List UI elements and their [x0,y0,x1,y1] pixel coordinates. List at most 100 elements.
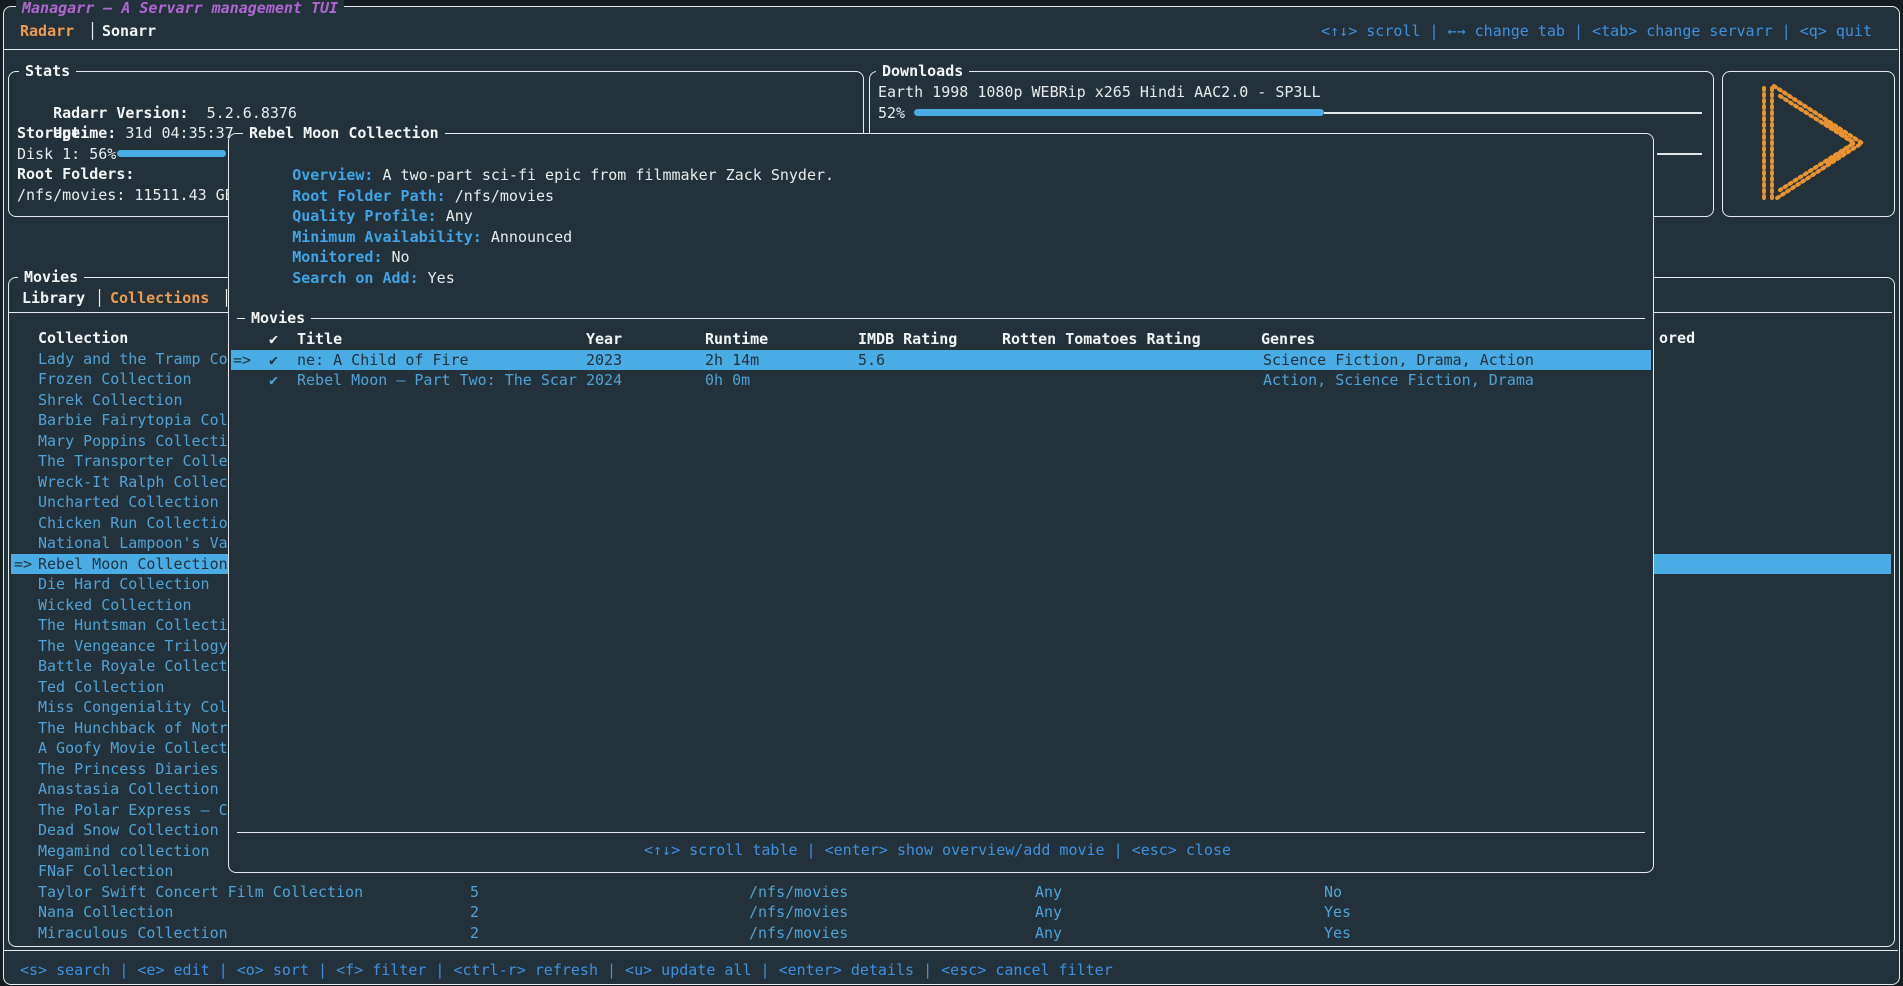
movies-header-check: ✔ [269,329,278,350]
collection-search-on-add: Yes [1324,923,1351,944]
collection-row[interactable]: Miss Congeniality Col [38,697,228,718]
modal-keybind-help: <↑↓> scroll table | <enter> show overvie… [644,840,1231,861]
selection-arrow: => [233,350,251,371]
collection-row[interactable]: The Transporter Colle [38,451,228,472]
movies-header-title: Title [297,329,342,350]
collection-movie-count: 2 [470,902,479,923]
collection-row[interactable]: Die Hard Collection [38,574,210,595]
modal-movies-bottom-rule [237,832,1645,833]
movie-title: ne: A Child of Fire [297,350,469,371]
movie-year: 2024 [586,370,622,391]
collection-root-folder: /nfs/movies [749,882,848,903]
search-on-add-label: Search on Add: [292,269,418,287]
collection-row[interactable]: The Polar Express – C [38,800,228,821]
movie-runtime: 0h 0m [705,370,750,391]
stats-panel-title: Stats [19,63,76,79]
collection-row[interactable]: Lady and the Tramp Co [38,349,228,370]
collection-row[interactable]: Chicken Run Collectio [38,513,228,534]
collection-row[interactable]: Miraculous Collection [38,923,228,944]
collection-details-modal: Rebel Moon Collection Overview: A two-pa… [228,133,1654,873]
collection-column-header: Collection [38,328,128,349]
app-title: Managarr — A Servarr management TUI [16,0,344,16]
collection-row[interactable]: Taylor Swift Concert Film Collection [38,882,363,903]
collection-search-on-add: No [1324,882,1342,903]
modal-movies-title: Movies [245,310,311,326]
collection-row[interactable]: Megamind collection [38,841,210,862]
movies-header-imdb: IMDB Rating [858,329,957,350]
movie-row[interactable]: ✔ Rebel Moon – Part Two: The Scar 2024 0… [231,370,1651,391]
movies-tab-separator-1: │ [95,288,104,309]
movie-row-selected[interactable]: => ✔ ne: A Child of Fire 2023 2h 14m 5.6… [231,350,1651,371]
collection-root-folder: /nfs/movies [749,923,848,944]
disk-usage-label: Disk 1: 56% [17,144,116,165]
search-on-add-value: Yes [419,269,455,287]
collection-movie-count: 5 [470,882,479,903]
tab-separator: │ [88,21,97,42]
bottom-separator-line [4,950,1898,951]
collection-quality-profile: Any [1035,882,1062,903]
collection-row[interactable]: Mary Poppins Collecti [38,431,228,452]
collection-row[interactable]: Nana Collection [38,902,173,923]
movies-header-year: Year [586,329,622,350]
movie-genres: Action, Science Fiction, Drama [1263,370,1534,391]
collection-movie-count: 2 [470,923,479,944]
tab-radarr[interactable]: Radarr [20,21,74,42]
movies-header-runtime: Runtime [705,329,768,350]
top-separator-line [4,49,1898,50]
collection-row[interactable]: The Hunchback of Notr [38,718,228,739]
monitored-check-icon: ✔ [269,370,278,391]
collection-row[interactable]: Barbie Fairytopia Col [38,410,228,431]
collection-row[interactable]: National Lampoon's Va [38,533,228,554]
root-folder-usage: /nfs/movies: 11511.43 GB [17,185,234,206]
collection-row[interactable]: Shrek Collection [38,390,183,411]
collection-row[interactable]: Anastasia Collection [38,779,219,800]
collection-row[interactable]: A Goofy Movie Collect [38,738,228,759]
collection-root-folder: /nfs/movies [749,902,848,923]
collection-row[interactable]: The Vengeance Trilogy [38,636,228,657]
root-folders-label: Root Folders: [17,164,134,185]
download2-progress-track [1657,153,1702,155]
collection-quality-profile: Any [1035,902,1062,923]
movie-year: 2023 [586,350,622,371]
collection-row[interactable]: FNaF Collection [38,861,173,882]
collection-row[interactable]: Frozen Collection [38,369,192,390]
movie-runtime: 2h 14m [705,350,759,371]
movie-imdb-rating: 5.6 [858,350,885,371]
storage-label: Storage: [17,123,89,144]
top-keybind-help: <↑↓> scroll | ←→ change tab | <tab> chan… [1321,21,1872,42]
download-progress-bar [914,109,1324,116]
managarr-app: Managarr — A Servarr management TUI Rada… [0,0,1903,986]
disk-usage-bar [117,150,226,157]
minimum-availability-value: Announced [482,228,572,246]
modal-title: Rebel Moon Collection [243,125,445,141]
tab-library[interactable]: Library [22,288,85,309]
movies-panel-title: Movies [18,269,84,285]
selection-arrow: => [14,554,32,575]
radarr-logo-icon [1730,76,1886,210]
uptime-value: 31d 04:35:37 [116,124,233,142]
movie-genres: Science Fiction, Drama, Action [1263,350,1534,371]
tab-collections[interactable]: Collections [110,288,209,309]
movie-title: Rebel Moon – Part Two: The Scar [297,370,577,391]
download-item-title: Earth 1998 1080p WEBRip x265 Hindi AAC2.… [878,82,1321,103]
collection-search-on-add: Yes [1324,902,1351,923]
collection-row[interactable]: Uncharted Collection [38,492,219,513]
collection-row[interactable]: Battle Royale Collect [38,656,228,677]
collection-row[interactable]: The Huntsman Collecti [38,615,228,636]
collection-row[interactable]: Ted Collection [38,677,164,698]
modal-movies-top-rule [237,318,1645,319]
collection-row[interactable]: The Princess Diaries [38,759,219,780]
movies-header-genres: Genres [1261,329,1315,350]
bottom-keybind-help: <s> search | <e> edit | <o> sort | <f> f… [20,960,1113,981]
monitored-check-icon: ✔ [269,350,278,371]
tab-sonarr[interactable]: Sonarr [102,21,156,42]
download-progress-track [1324,112,1702,114]
collection-row-label: Rebel Moon Collection [38,554,228,575]
monitored-column-header-truncated: ored [1659,328,1695,349]
collection-row[interactable]: Dead Snow Collection [38,820,219,841]
collection-row[interactable]: Wicked Collection [38,595,192,616]
collection-row[interactable]: Wreck-It Ralph Collec [38,472,228,493]
collection-quality-profile: Any [1035,923,1062,944]
downloads-panel-title: Downloads [876,63,969,79]
movies-header-rt: Rotten Tomatoes Rating [1002,329,1201,350]
